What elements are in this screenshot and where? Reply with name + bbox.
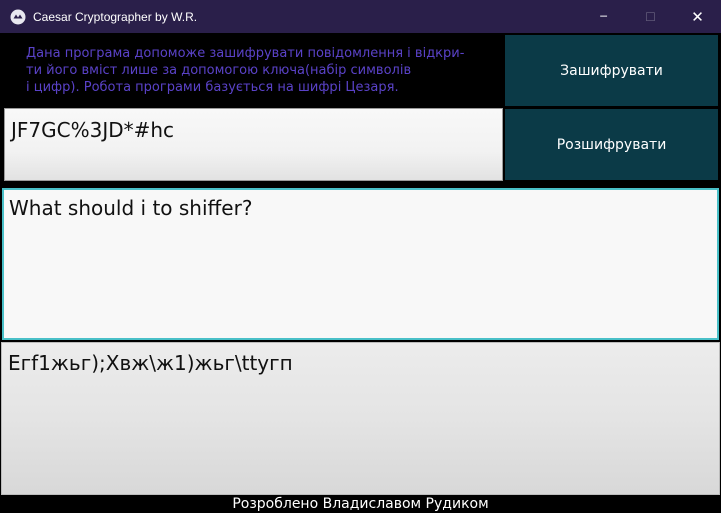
app-logo-icon	[10, 9, 26, 25]
encrypt-button-label: Зашифрувати	[560, 62, 663, 79]
footer-credit: Розроблено Владиславом Рудиком	[232, 496, 489, 512]
title-bar: Caesar Cryptographer by W.R. ─ ☐ ✕	[0, 0, 721, 33]
encrypt-button[interactable]: Зашифрувати	[505, 35, 718, 106]
minimize-icon: ─	[600, 10, 607, 23]
window-controls: ─ ☐ ✕	[580, 0, 721, 33]
minimize-button[interactable]: ─	[580, 0, 627, 33]
result-output[interactable]: Eгf1жьг);Хвж\ж1)жьг\ttyгп	[1, 342, 720, 495]
maximize-icon: ☐	[645, 9, 656, 24]
message-input[interactable]: What should i to shiffer?	[2, 188, 719, 340]
window-title: Caesar Cryptographer by W.R.	[33, 9, 198, 24]
info-text: Дана програма допоможе зашифрувати повід…	[26, 46, 465, 95]
close-button[interactable]: ✕	[674, 0, 721, 33]
maximize-button[interactable]: ☐	[627, 0, 674, 33]
key-input[interactable]: JF7GC%3JD*#hc	[4, 108, 503, 181]
decrypt-button-label: Розшифрувати	[556, 136, 667, 153]
close-icon: ✕	[691, 7, 704, 26]
app-content: Дана програма допоможе зашифрувати повід…	[0, 33, 721, 513]
decrypt-button[interactable]: Розшифрувати	[505, 109, 718, 180]
